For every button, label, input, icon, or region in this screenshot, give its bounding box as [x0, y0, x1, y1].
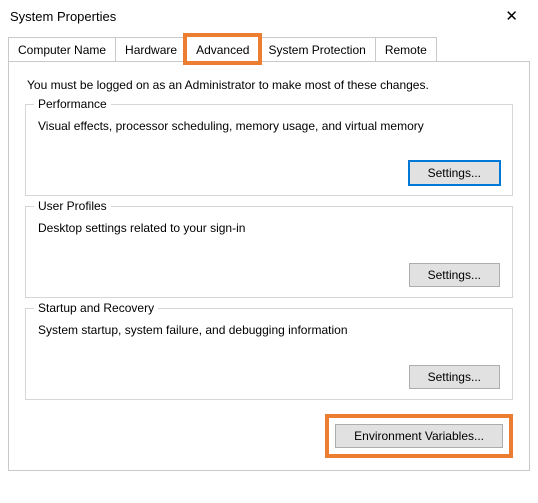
user-profiles-settings-button[interactable]: Settings...: [409, 263, 500, 287]
tab-remote[interactable]: Remote: [375, 37, 437, 62]
startup-recovery-settings-button[interactable]: Settings...: [409, 365, 500, 389]
group-user-profiles: User Profiles Desktop settings related t…: [25, 206, 513, 298]
group-performance-desc: Visual effects, processor scheduling, me…: [38, 119, 500, 133]
tab-row: Computer Name Hardware Advanced System P…: [0, 34, 538, 62]
environment-variables-button[interactable]: Environment Variables...: [335, 424, 503, 448]
window-title: System Properties: [10, 9, 116, 24]
group-startup-recovery: Startup and Recovery System startup, sys…: [25, 308, 513, 400]
tab-advanced[interactable]: Advanced: [186, 36, 259, 62]
env-var-row: Environment Variables...: [21, 410, 517, 458]
group-startup-recovery-desc: System startup, system failure, and debu…: [38, 323, 500, 337]
titlebar: System Properties ✕: [0, 0, 538, 34]
env-var-highlight: Environment Variables...: [325, 414, 513, 458]
system-properties-window: System Properties ✕ Computer Name Hardwa…: [0, 0, 538, 503]
performance-settings-button[interactable]: Settings...: [409, 161, 500, 185]
tab-content-advanced: You must be logged on as an Administrato…: [8, 61, 530, 471]
group-performance: Performance Visual effects, processor sc…: [25, 104, 513, 196]
admin-notice: You must be logged on as an Administrato…: [27, 78, 511, 92]
group-user-profiles-title: User Profiles: [34, 199, 111, 213]
group-performance-title: Performance: [34, 97, 111, 111]
group-user-profiles-btn-row: Settings...: [38, 263, 500, 287]
group-user-profiles-desc: Desktop settings related to your sign-in: [38, 221, 500, 235]
group-startup-recovery-btn-row: Settings...: [38, 365, 500, 389]
group-startup-recovery-title: Startup and Recovery: [34, 301, 158, 315]
tab-system-protection[interactable]: System Protection: [258, 37, 375, 62]
tab-hardware[interactable]: Hardware: [115, 37, 187, 62]
group-performance-btn-row: Settings...: [38, 161, 500, 185]
close-icon[interactable]: ✕: [495, 3, 528, 29]
tab-computer-name[interactable]: Computer Name: [8, 37, 116, 62]
